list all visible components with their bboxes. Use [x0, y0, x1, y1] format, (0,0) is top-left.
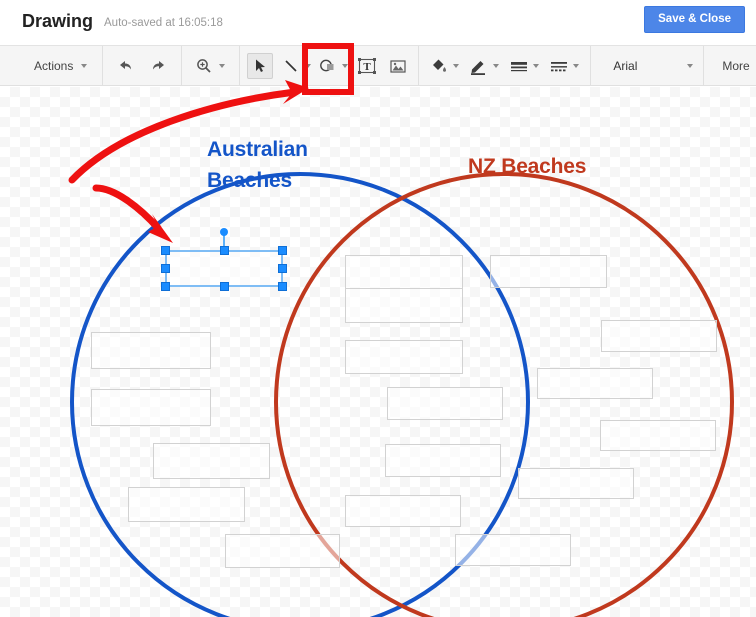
- svg-text:T: T: [364, 61, 372, 73]
- chevron-down-icon[interactable]: [493, 63, 500, 68]
- image-icon: [390, 59, 406, 73]
- toolbar-group-format: [419, 45, 592, 86]
- toolbar-group-history: [103, 45, 183, 86]
- toolbar-group-actions: Actions: [0, 45, 104, 86]
- resize-handle-se[interactable]: [278, 282, 287, 291]
- chevron-down-icon[interactable]: [453, 63, 460, 68]
- redo-button[interactable]: [146, 53, 172, 79]
- font-family-select[interactable]: Arial: [605, 53, 697, 79]
- empty-text-box[interactable]: [455, 534, 571, 566]
- select-tool-button[interactable]: [247, 52, 274, 79]
- text-box-tool-button[interactable]: T: [354, 53, 380, 79]
- shape-icon: [320, 59, 334, 71]
- resize-handle-s[interactable]: [219, 282, 229, 291]
- cursor-arrow-icon: [256, 59, 266, 72]
- magnifier-icon: [197, 58, 211, 73]
- line-dash-button[interactable]: [546, 53, 572, 79]
- venn-label-nz-beaches[interactable]: NZ Beaches: [468, 151, 586, 182]
- font-family-value: Arial: [613, 58, 638, 73]
- line-weight-icon: [511, 61, 528, 71]
- line-color-button[interactable]: [466, 53, 492, 79]
- line-icon: [285, 59, 297, 72]
- empty-text-box[interactable]: [537, 368, 653, 399]
- empty-text-box[interactable]: [601, 320, 717, 352]
- empty-text-box[interactable]: [345, 288, 463, 323]
- toolbar: Actions T Arial More: [0, 45, 756, 86]
- empty-text-box[interactable]: [345, 340, 463, 374]
- empty-text-box[interactable]: [91, 332, 211, 369]
- shape-tool-button[interactable]: [315, 53, 341, 79]
- chevron-down-icon[interactable]: [533, 63, 540, 68]
- resize-handle-sw[interactable]: [161, 282, 170, 291]
- text-box-icon: T: [358, 57, 377, 74]
- toolbar-group-zoom: [182, 45, 241, 86]
- fill-color-button[interactable]: [426, 53, 452, 79]
- empty-text-box[interactable]: [128, 487, 245, 522]
- empty-text-box[interactable]: [600, 420, 716, 451]
- resize-handle-n[interactable]: [219, 246, 229, 255]
- autosave-status: Auto-saved at 16:05:18: [104, 17, 223, 29]
- chevron-down-icon[interactable]: [342, 63, 349, 68]
- resize-handle-ne[interactable]: [278, 246, 287, 255]
- empty-text-box[interactable]: [345, 255, 463, 289]
- redo-icon: [153, 60, 165, 69]
- empty-text-box[interactable]: [225, 534, 340, 568]
- page-title: Drawing: [22, 11, 94, 31]
- line-weight-button[interactable]: [506, 53, 532, 79]
- line-dash-icon: [551, 61, 568, 71]
- resize-handle-e[interactable]: [278, 264, 287, 273]
- chevron-down-icon[interactable]: [219, 63, 226, 68]
- image-tool-button[interactable]: [385, 53, 411, 79]
- header-bar: Drawing Auto-saved at 16:05:18 Save & Cl…: [0, 0, 756, 46]
- save-and-close-button[interactable]: Save & Close: [644, 6, 745, 33]
- selected-text-box[interactable]: [161, 228, 287, 291]
- pencil-icon: [471, 60, 486, 75]
- empty-text-box[interactable]: [91, 389, 211, 426]
- toolbar-group-more: More: [704, 46, 756, 86]
- empty-text-box[interactable]: [385, 444, 501, 477]
- chevron-down-icon[interactable]: [573, 63, 580, 68]
- drawing-editor: Drawing Auto-saved at 16:05:18 Save & Cl…: [0, 0, 756, 617]
- empty-text-box[interactable]: [153, 443, 270, 479]
- zoom-tool-button[interactable]: [191, 53, 217, 79]
- venn-label-australian-beaches[interactable]: Australian Beaches: [207, 134, 308, 196]
- resize-handle-nw[interactable]: [161, 246, 170, 255]
- actions-menu-label[interactable]: Actions: [28, 59, 79, 73]
- empty-text-box[interactable]: [518, 468, 634, 499]
- chevron-down-icon[interactable]: [305, 63, 312, 68]
- resize-handle-w[interactable]: [161, 264, 170, 273]
- empty-text-box[interactable]: [345, 495, 461, 527]
- chevron-down-icon[interactable]: [687, 63, 694, 68]
- empty-text-box[interactable]: [387, 387, 503, 420]
- rotate-handle[interactable]: [220, 228, 228, 236]
- toolbar-group-draw: T: [240, 45, 420, 86]
- undo-icon: [120, 60, 132, 69]
- drawing-canvas[interactable]: Australian Beaches NZ Beaches: [0, 87, 756, 617]
- paint-bucket-icon: [433, 59, 447, 72]
- empty-text-box[interactable]: [490, 255, 607, 288]
- more-menu-label[interactable]: More: [722, 59, 755, 73]
- toolbar-group-font: Arial: [591, 45, 705, 86]
- undo-button[interactable]: [112, 53, 138, 79]
- line-tool-button[interactable]: [278, 53, 304, 79]
- chevron-down-icon[interactable]: [81, 63, 88, 68]
